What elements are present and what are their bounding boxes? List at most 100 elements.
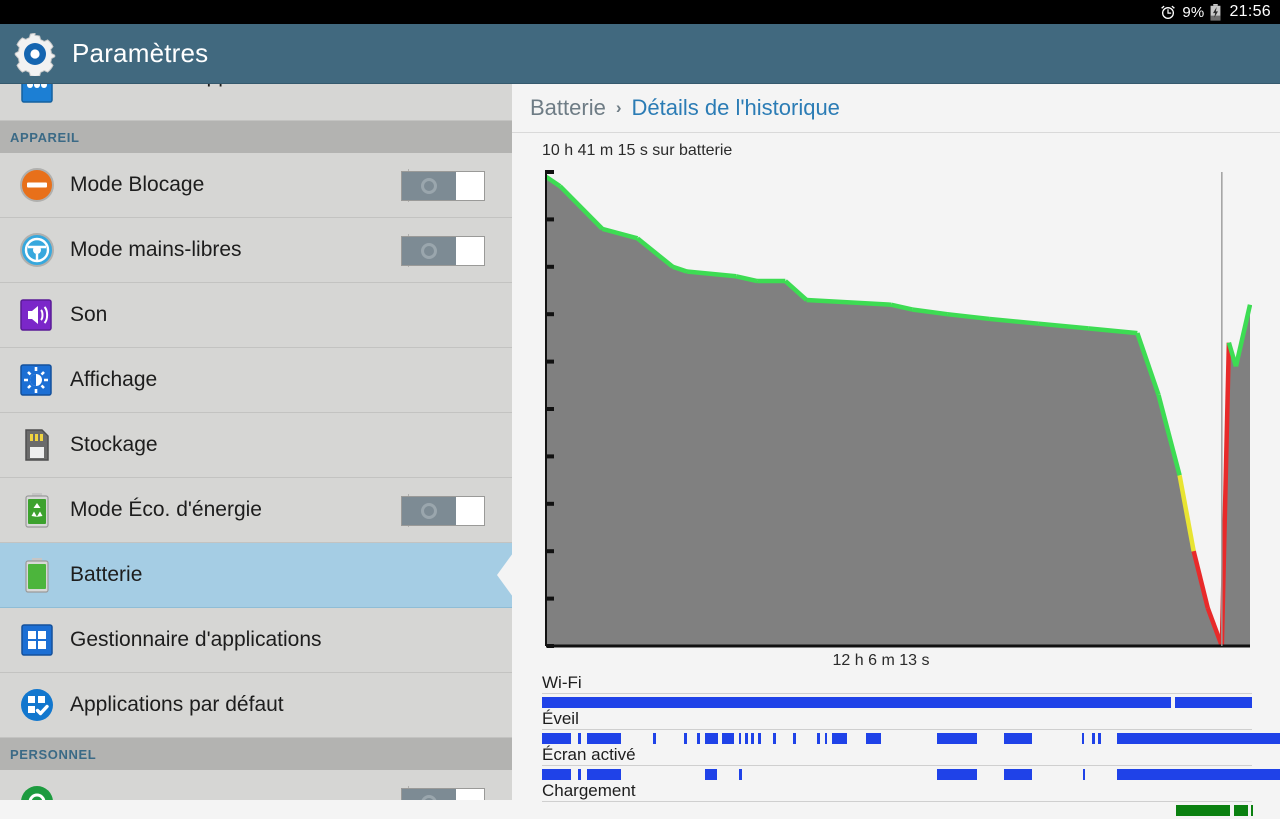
timeline-segment <box>1178 733 1230 744</box>
sidebar-section-header-personnel: PERSONNEL <box>0 738 512 770</box>
timeline-row-label: Éveil <box>542 709 579 728</box>
sidebar-item-position[interactable] <box>0 770 512 800</box>
timeline-segment <box>578 769 582 780</box>
timeline-segment <box>936 769 977 780</box>
timeline-segment <box>1227 733 1230 744</box>
chart-x-axis-label: 12 h 6 m 13 s <box>832 652 930 669</box>
app-title: Paramètres <box>72 38 209 68</box>
breadcrumb-parent[interactable]: Batterie <box>530 95 606 121</box>
sidebar-item-label: Mode Éco. d'énergie <box>70 498 262 521</box>
app-manager-icon <box>17 620 57 660</box>
timeline-segment <box>757 733 761 744</box>
timeline-segment <box>696 733 701 744</box>
timeline-row-label: Écran activé <box>542 745 636 764</box>
timeline-segment <box>745 733 748 744</box>
toggle-track-left <box>402 497 456 525</box>
power-saving-icon <box>17 490 57 530</box>
sidebar-item-mode-eco-energie[interactable]: Mode Éco. d'énergie <box>0 478 512 543</box>
timeline-segment <box>587 769 621 780</box>
timeline-row: Chargement <box>542 781 1253 819</box>
sidebar-item-label: Batterie <box>70 563 143 586</box>
timeline-segment <box>722 733 734 744</box>
timeline-segment <box>936 733 977 744</box>
sidebar-item-gestionnaire-applications[interactable]: Gestionnaire d'applications <box>0 608 512 673</box>
chevron-right-icon: › <box>615 98 622 117</box>
timeline-segment <box>1174 697 1252 708</box>
timeline-segment <box>817 733 821 744</box>
timeline-segment <box>1250 805 1253 816</box>
timeline-row-track <box>542 733 1280 744</box>
steering-wheel-icon <box>17 230 57 270</box>
timeline-segment <box>738 733 742 744</box>
timeline-segment <box>793 733 797 744</box>
toggle-knob <box>456 237 484 265</box>
sidebar-item-label: Mode Blocage <box>70 173 205 196</box>
timeline-segment <box>832 733 848 744</box>
timeline-segment <box>865 733 881 744</box>
storage-icon <box>17 425 57 465</box>
toggle-track-left <box>402 172 456 200</box>
timeline-segment <box>1195 733 1199 744</box>
timeline-row-baseline <box>542 729 1252 730</box>
timeline-segment <box>542 697 1172 708</box>
sidebar-item-son[interactable]: Son <box>0 283 512 348</box>
block-mode-icon <box>17 165 57 205</box>
timeline-segment <box>824 733 828 744</box>
breadcrumb: Batterie › Détails de l'historique <box>512 84 1280 133</box>
timeline-segment <box>1170 733 1175 744</box>
timeline-segment <box>751 733 755 744</box>
more-settings-icon <box>17 84 57 110</box>
sidebar-item-mode-mains-libres[interactable]: Mode mains-libres <box>0 218 512 283</box>
timeline-segment <box>587 733 621 744</box>
timeline-row-track <box>542 769 1280 780</box>
battery-charging-icon <box>1210 3 1221 21</box>
sidebar-item-label: Mode mains-libres <box>70 238 242 261</box>
timeline-segment <box>1081 733 1085 744</box>
sidebar-item-affichage[interactable]: Affichage <box>0 348 512 413</box>
sidebar-item-label: Affichage <box>70 368 158 391</box>
timeline-segment <box>652 733 656 744</box>
sidebar-item-label: Gestionnaire d'applications <box>70 628 322 651</box>
sidebar-item-applications-par-defaut[interactable]: Applications par défaut <box>0 673 512 738</box>
timeline-segment <box>1176 805 1230 816</box>
sound-icon <box>17 295 57 335</box>
on-battery-duration: 10 h 41 m 15 s sur batterie <box>542 142 733 159</box>
settings-gear-icon[interactable] <box>13 32 57 77</box>
timeline-row-track <box>542 805 1253 816</box>
sidebar-item-label: Paramètres supplémentaires <box>70 84 338 88</box>
toggle-mode-mains-libres[interactable] <box>401 236 485 266</box>
timeline-segment <box>1083 769 1086 780</box>
sidebar-item-stockage[interactable]: Stockage <box>0 413 512 478</box>
timeline-row-label: Wi-Fi <box>542 673 582 692</box>
alarm-clock-icon <box>1160 4 1176 20</box>
timeline-row-track <box>542 697 1252 708</box>
location-icon <box>17 782 57 800</box>
toggle-mode-blocage[interactable] <box>401 171 485 201</box>
settings-sidebar[interactable]: Paramètres supplémentaires APPAREIL Mode… <box>0 84 512 800</box>
timeline-segment <box>1212 733 1216 744</box>
sidebar-item-mode-blocage[interactable]: Mode Blocage <box>0 153 512 218</box>
sidebar-item-label: Son <box>70 303 108 326</box>
toggle-track-left <box>402 789 456 800</box>
toggle-knob <box>456 497 484 525</box>
timeline-row-baseline <box>542 801 1252 802</box>
battery-percent-text: 9% <box>1182 3 1205 21</box>
toggle-knob <box>456 172 484 200</box>
toggle-position[interactable] <box>401 788 485 800</box>
timeline-row-baseline <box>542 765 1252 766</box>
timeline-row-baseline <box>542 693 1252 694</box>
breadcrumb-current[interactable]: Détails de l'historique <box>632 95 840 121</box>
timeline-segment <box>773 733 777 744</box>
display-icon <box>17 360 57 400</box>
sidebar-item-parametres-supplementaires[interactable]: Paramètres supplémentaires <box>0 84 512 121</box>
battery-history-pane: Batterie › Détails de l'historique 10 h … <box>512 84 1280 816</box>
timeline-segment <box>704 733 719 744</box>
toggle-mode-eco-energie[interactable] <box>401 496 485 526</box>
timeline-segment <box>1117 769 1280 780</box>
timeline-segment <box>578 733 582 744</box>
sidebar-section-header-appareil: APPAREIL <box>0 121 512 153</box>
sidebar-item-label: Stockage <box>70 433 158 456</box>
timeline-segment <box>1249 733 1252 744</box>
timeline-segment <box>1097 733 1101 744</box>
sidebar-item-batterie[interactable]: Batterie <box>0 543 512 608</box>
